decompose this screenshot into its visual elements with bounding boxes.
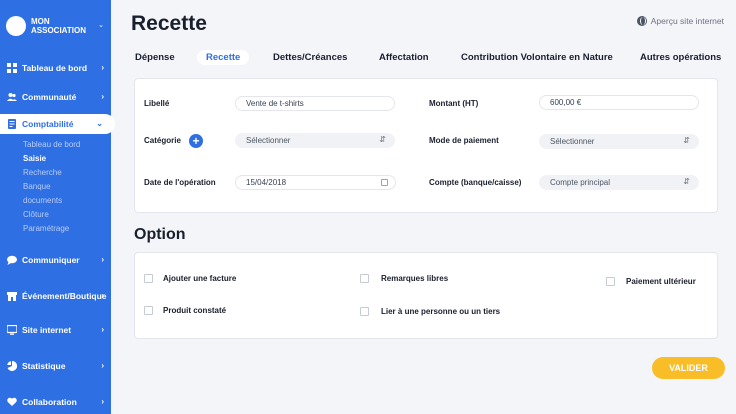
chat-icon	[7, 255, 17, 265]
globe-icon	[636, 16, 647, 26]
dashboard-icon	[7, 63, 17, 73]
mode-paiement-select-value: Sélectionner	[550, 137, 595, 146]
lier-personne-checkbox[interactable]	[360, 307, 369, 316]
tab-recette[interactable]: Recette	[197, 50, 250, 65]
categorie-select[interactable]: Sélectionner ⇵	[235, 133, 395, 148]
montant-label: Montant (HT)	[429, 99, 479, 108]
sidebar: MON ASSOCIATION ⌄ Tableau de bord › Comm…	[0, 0, 115, 414]
sidebar-item-communiquer[interactable]: Communiquer ›	[0, 250, 111, 270]
sidebar-subitem[interactable]: Tableau de bord	[23, 140, 80, 149]
chevron-right-icon: ›	[101, 361, 104, 370]
produit-constate-label: Produit constaté	[163, 306, 227, 315]
sidebar-item-communaute[interactable]: Communauté ›	[0, 87, 111, 107]
chevron-right-icon: ›	[101, 397, 104, 406]
site-preview-link[interactable]: Aperçu site internet	[636, 16, 724, 26]
sidebar-item-evenement-boutique[interactable]: Événement/Boutique ›	[0, 286, 111, 306]
chevron-right-icon: ›	[101, 291, 104, 300]
validate-button[interactable]: VALIDER	[652, 357, 725, 379]
compte-select[interactable]: Compte principal ⇵	[539, 175, 699, 190]
ajouter-facture-label: Ajouter une facture	[163, 274, 237, 283]
sidebar-item-site-internet[interactable]: Site internet ›	[0, 320, 111, 340]
lier-personne-label: Lier à une personne ou un tiers	[381, 307, 501, 316]
libelle-label: Libellé	[144, 99, 170, 108]
chevron-right-icon: ›	[101, 255, 104, 264]
compte-label: Compte (banque/caisse)	[429, 178, 522, 187]
mode-paiement-label: Mode de paiement	[429, 136, 499, 145]
ledger-icon	[8, 119, 16, 129]
calendar-icon	[381, 179, 388, 186]
date-input-value: 15/04/2018	[246, 178, 287, 187]
chevron-updown-icon: ⇵	[683, 136, 690, 145]
categorie-label: Catégorie	[144, 136, 181, 145]
chevron-right-icon: ›	[101, 325, 104, 334]
tab-autres-operations[interactable]: Autres opérations	[640, 52, 721, 63]
tab-dettes-creances[interactable]: Dettes/Créances	[273, 52, 347, 63]
chevron-right-icon: ›	[101, 63, 104, 72]
sidebar-subitem[interactable]: Paramétrage	[23, 224, 69, 233]
paiement-ulterieur-label: Paiement ultérieur	[626, 277, 696, 286]
date-input[interactable]: 15/04/2018	[235, 175, 396, 190]
sidebar-item-collaboration[interactable]: Collaboration ›	[0, 392, 111, 412]
sidebar-item-tableau-de-bord[interactable]: Tableau de bord ›	[0, 58, 111, 78]
sidebar-subitem[interactable]: Recherche	[23, 168, 62, 177]
remarques-libres-checkbox[interactable]	[360, 274, 369, 283]
sidebar-item-label: Événement/Boutique	[22, 291, 107, 301]
option-section-title: Option	[134, 226, 186, 243]
chevron-updown-icon: ⇵	[379, 135, 386, 144]
brand-logo	[6, 16, 26, 36]
sidebar-subitem[interactable]: Saisie	[23, 154, 46, 163]
add-category-button[interactable]: +	[189, 134, 203, 148]
categorie-select-value: Sélectionner	[246, 136, 291, 145]
chevron-down-icon: ⌄	[96, 119, 103, 128]
monitor-icon	[7, 325, 17, 335]
option-card: Ajouter une facture Remarques libres Pai…	[134, 252, 718, 339]
paiement-ulterieur-checkbox[interactable]	[606, 277, 615, 286]
sidebar-item-label: Statistique	[22, 361, 66, 371]
tab-affectation[interactable]: Affectation	[379, 52, 429, 63]
date-label: Date de l'opération	[144, 178, 216, 187]
mode-paiement-select[interactable]: Sélectionner ⇵	[539, 134, 699, 149]
operation-form-card: Libellé Vente de t-shirts Montant (HT) 6…	[134, 78, 718, 213]
sidebar-item-label: Site internet	[22, 325, 72, 335]
site-preview-label: Aperçu site internet	[650, 16, 724, 26]
sidebar-subitem[interactable]: Clôture	[23, 210, 49, 219]
remarques-libres-label: Remarques libres	[381, 274, 449, 283]
compte-select-value: Compte principal	[550, 178, 611, 187]
tab-depense[interactable]: Dépense	[135, 52, 175, 63]
ajouter-facture-checkbox[interactable]	[144, 274, 153, 283]
brand[interactable]: MON ASSOCIATION ⌄	[6, 14, 106, 38]
chart-icon	[7, 361, 17, 371]
sidebar-item-label: Communiquer	[22, 255, 80, 265]
libelle-input[interactable]: Vente de t-shirts	[235, 96, 395, 111]
produit-constate-checkbox[interactable]	[144, 306, 153, 315]
chevron-updown-icon: ⇵	[683, 177, 690, 186]
store-icon	[7, 292, 17, 301]
page-title: Recette	[131, 12, 207, 35]
tab-contribution-volontaire[interactable]: Contribution Volontaire en Nature	[461, 52, 613, 63]
brand-name: MON ASSOCIATION	[31, 17, 86, 35]
users-icon	[7, 93, 17, 101]
sidebar-subitem[interactable]: Banque	[23, 182, 51, 191]
collaboration-icon	[7, 397, 17, 406]
tab-bar: Dépense Recette Dettes/Créances Affectat…	[131, 50, 731, 68]
chevron-right-icon: ›	[101, 92, 104, 101]
chevron-down-icon: ⌄	[98, 22, 104, 29]
sidebar-item-statistique[interactable]: Statistique ›	[0, 356, 111, 376]
sidebar-item-label: Comptabilité	[22, 119, 74, 129]
sidebar-item-label: Tableau de bord	[22, 63, 88, 73]
sidebar-item-label: Communauté	[22, 92, 77, 102]
montant-input[interactable]: 600,00 €	[539, 95, 699, 110]
sidebar-subitem[interactable]: documents	[23, 196, 62, 205]
sidebar-item-comptabilite[interactable]: Comptabilité ⌄	[0, 114, 115, 134]
sidebar-item-label: Collaboration	[22, 397, 77, 407]
